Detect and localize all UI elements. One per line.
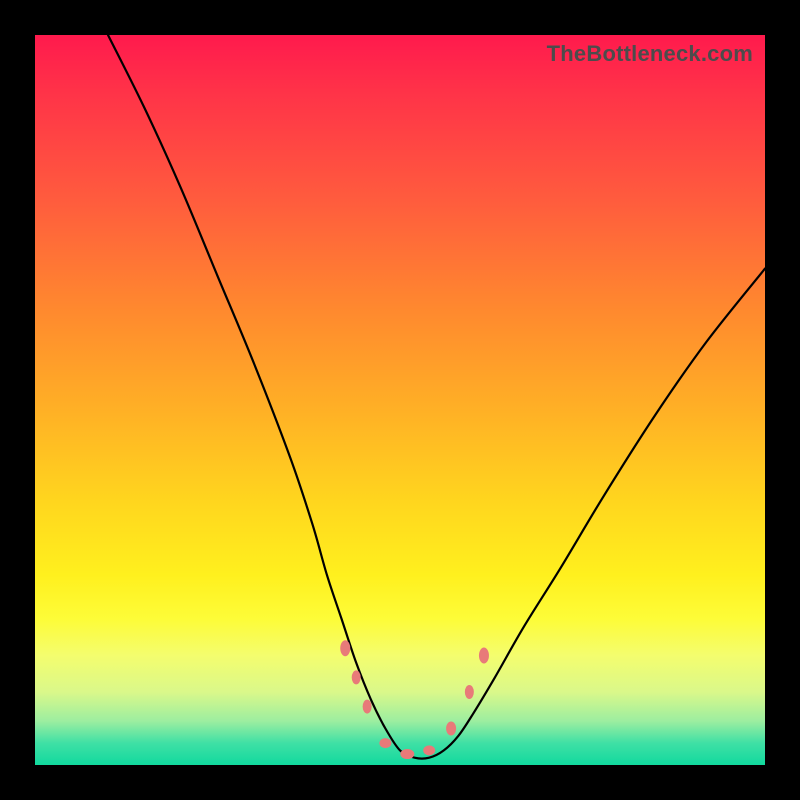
trough-marker (465, 685, 474, 699)
chart-frame: TheBottleneck.com (0, 0, 800, 800)
curve-layer (35, 35, 765, 765)
bottleneck-curve (108, 35, 765, 759)
trough-marker (446, 722, 456, 736)
trough-marker (340, 640, 350, 656)
trough-marker (479, 648, 489, 664)
trough-marker (400, 749, 414, 759)
trough-marker (423, 745, 435, 755)
plot-area: TheBottleneck.com (35, 35, 765, 765)
trough-marker (379, 738, 391, 748)
trough-markers (340, 640, 489, 759)
trough-marker (352, 670, 361, 684)
trough-marker (363, 700, 372, 714)
